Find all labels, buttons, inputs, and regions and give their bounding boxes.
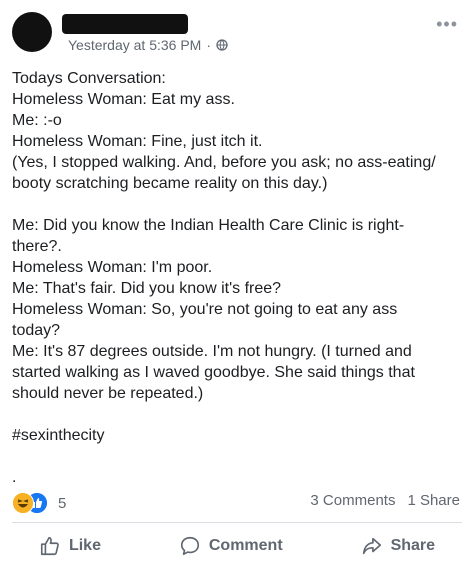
post-meta: Yesterday at 5:36 PM ·	[68, 37, 228, 53]
avatar[interactable]	[12, 12, 52, 52]
post-line: there?.	[12, 238, 62, 255]
action-bar: Like Comment Share	[0, 530, 474, 562]
like-label: Like	[68, 537, 101, 554]
more-options-icon[interactable]: •••	[436, 15, 458, 33]
post-line: Me: That's fair. Did you know it's free?	[12, 280, 282, 297]
post-line	[12, 446, 464, 467]
like-button[interactable]: Like	[39, 535, 101, 557]
post-body: Todays Conversation: Homeless Woman: Eat …	[12, 68, 464, 488]
meta-separator: ·	[206, 37, 212, 53]
post-line: today?	[12, 322, 61, 339]
post-line: Me: :-o	[12, 112, 62, 129]
reaction-count: 5	[58, 494, 67, 512]
reaction-icons	[12, 492, 52, 514]
engagement-counts: 3 Comments 1 Share	[310, 492, 460, 509]
thumbs-up-icon	[40, 536, 59, 556]
shares-count[interactable]: 1 Share	[407, 492, 460, 509]
divider	[12, 522, 462, 523]
post-line: Todays Conversation:	[12, 70, 166, 87]
haha-reaction-icon	[12, 492, 34, 514]
post-line: Homeless Woman: I'm poor.	[12, 259, 213, 276]
comment-label: Comment	[208, 537, 283, 554]
facebook-post: Yesterday at 5:36 PM · ••• Todays Conver…	[0, 0, 474, 562]
post-line: Homeless Woman: Eat my ass.	[12, 91, 235, 108]
post-line	[12, 404, 464, 425]
timestamp[interactable]: Yesterday at 5:36 PM	[68, 37, 201, 53]
comments-count[interactable]: 3 Comments	[310, 492, 395, 509]
post-line	[12, 194, 464, 215]
post-line: Me: Did you know the Indian Health Care …	[12, 217, 405, 234]
post-line: Homeless Woman: Fine, just itch it.	[12, 133, 263, 150]
comment-button[interactable]: Comment	[179, 535, 283, 557]
post-line: Homeless Woman: So, you're not going to …	[12, 301, 398, 318]
comment-icon	[180, 536, 199, 556]
share-label: Share	[390, 537, 436, 554]
share-button[interactable]: Share	[361, 535, 435, 557]
author-name-redacted[interactable]	[62, 14, 188, 34]
post-line: Me: It's 87 degrees outside. I'm not hun…	[12, 343, 412, 360]
reactions-summary[interactable]: 5	[12, 492, 66, 514]
globe-icon	[216, 39, 228, 51]
post-line: should never be repeated.)	[12, 385, 204, 402]
share-icon	[362, 537, 381, 555]
post-line: (Yes, I stopped walking. And, before you…	[12, 154, 436, 171]
post-line: .	[12, 469, 17, 486]
post-line: booty scratching became reality on this …	[12, 175, 328, 192]
post-line: started walking as I waved goodbye. She …	[12, 364, 415, 381]
post-line[interactable]: #sexinthecity	[12, 425, 464, 446]
